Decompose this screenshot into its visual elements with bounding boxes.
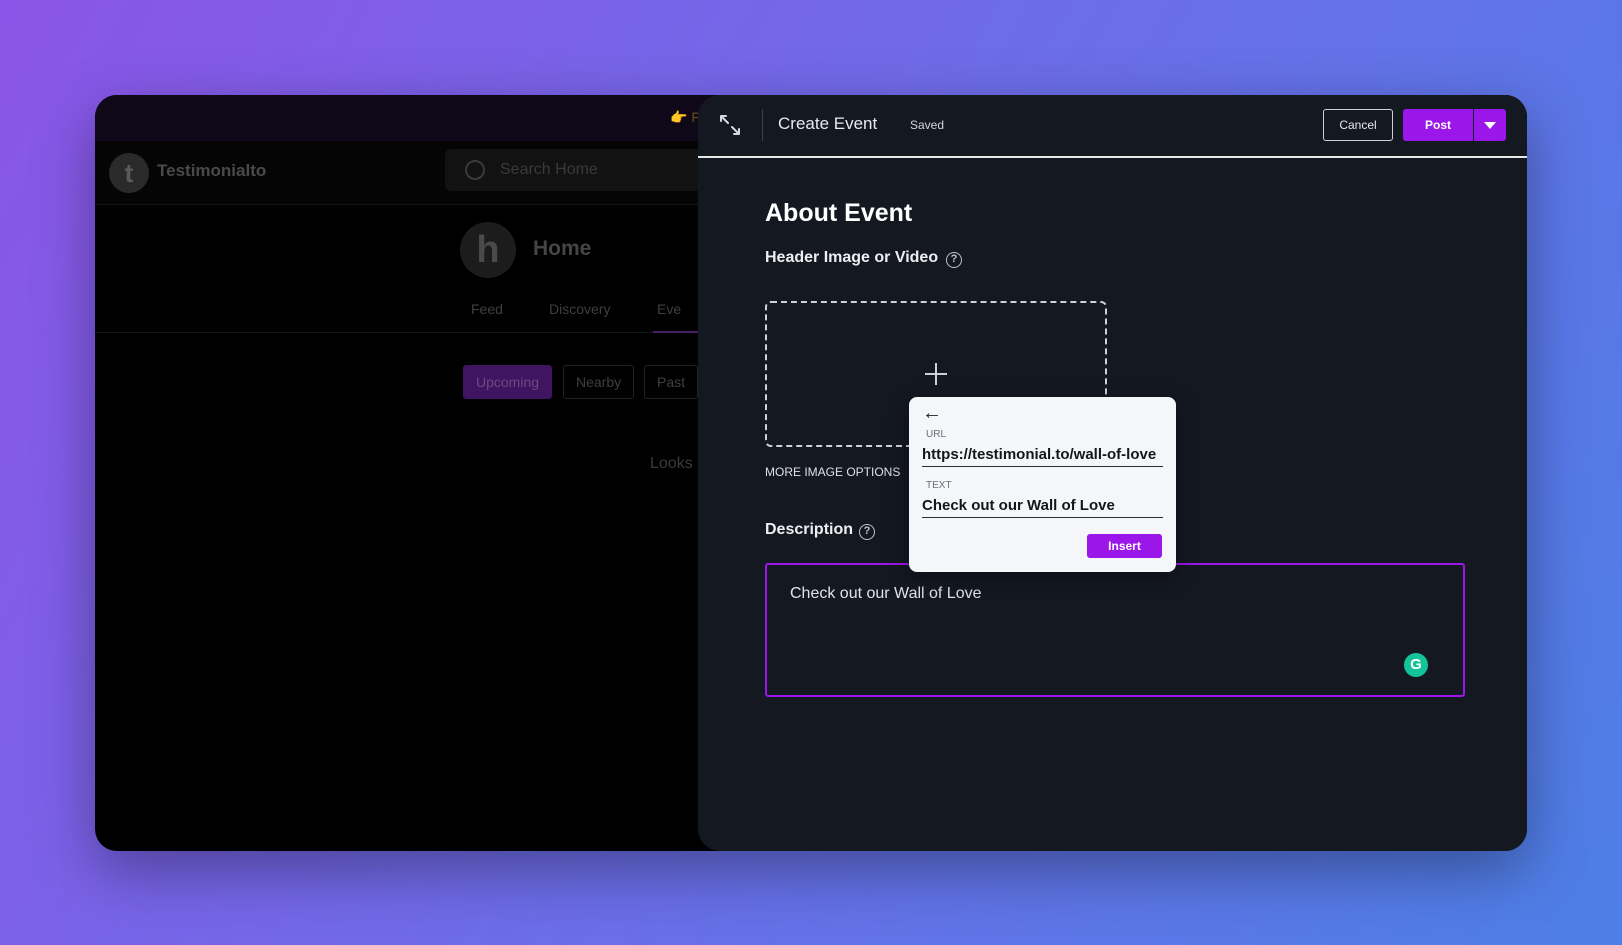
insert-button[interactable]: Insert	[1087, 534, 1162, 558]
url-label: URL	[926, 429, 947, 440]
plus-icon	[925, 363, 947, 385]
filter-nearby[interactable]: Nearby	[563, 365, 635, 399]
filter-past[interactable]: Past	[644, 365, 699, 399]
more-image-options-toggle[interactable]: MORE IMAGE OPTIONS	[765, 465, 900, 479]
tab-events[interactable]: Eve	[657, 301, 681, 317]
help-icon[interactable]: ?	[859, 524, 875, 540]
empty-state-text: Looks	[650, 455, 693, 472]
text-label: TEXT	[926, 480, 952, 491]
cancel-button[interactable]: Cancel	[1323, 109, 1393, 141]
arrow-left-icon[interactable]: ←	[922, 403, 942, 423]
header-image-label: Header Image or Video	[765, 249, 939, 266]
link-popover: ← URL TEXT Insert	[909, 397, 1176, 572]
home-title: Home	[533, 237, 592, 260]
search-placeholder: Search Home	[500, 161, 598, 178]
drawer-header: Create Event Saved Cancel Post	[698, 95, 1527, 158]
tab-discovery[interactable]: Discovery	[549, 301, 610, 317]
brand-logo: t	[109, 153, 149, 193]
description-text[interactable]: Check out our Wall of Love	[790, 585, 982, 603]
grammarly-icon[interactable]: G	[1404, 653, 1428, 677]
filter-upcoming[interactable]: Upcoming	[463, 365, 553, 399]
brand-name: Testimonialto	[157, 161, 267, 180]
description-editor[interactable]: Check out our Wall of Love G	[765, 563, 1465, 697]
tab-feed[interactable]: Feed	[471, 301, 503, 317]
help-icon[interactable]: ?	[946, 252, 962, 268]
save-status: Saved	[910, 118, 945, 132]
section-title: About Event	[765, 199, 913, 227]
drawer-title: Create Event	[778, 114, 878, 133]
expand-icon[interactable]	[718, 113, 742, 137]
link-text-input[interactable]	[922, 494, 1163, 518]
description-label: Description	[765, 521, 854, 538]
header-divider	[762, 109, 763, 141]
caret-down-icon	[1484, 121, 1496, 129]
post-options-button[interactable]	[1474, 109, 1506, 141]
search-icon	[465, 160, 485, 180]
url-input[interactable]	[922, 443, 1163, 467]
post-button[interactable]: Post	[1403, 109, 1473, 141]
home-avatar: h	[460, 222, 516, 278]
app-window: 👉 Fr t Testimonialto Search Home h Home …	[95, 95, 1527, 851]
